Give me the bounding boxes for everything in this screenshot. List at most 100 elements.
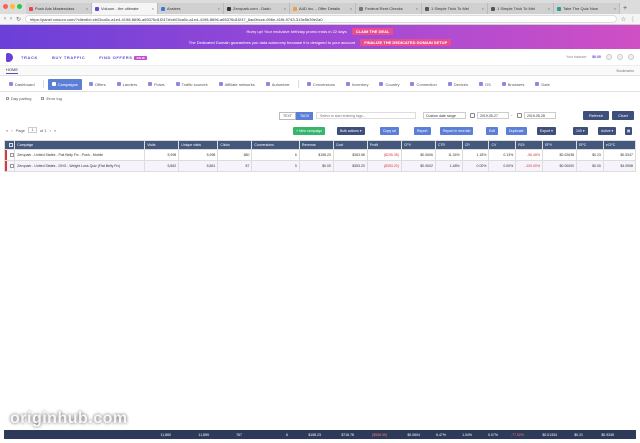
browser-tab[interactable]: Take The Quiz Now ×: [554, 3, 620, 14]
bulk-actions-button[interactable]: Bulk actions ▾: [337, 127, 365, 135]
new-campaign-button[interactable]: + New campaign: [293, 127, 326, 135]
browser-tab[interactable]: 1 Simple Trick To Mel ×: [422, 3, 488, 14]
new-tab-icon[interactable]: +: [620, 3, 627, 14]
finalize-domain-button[interactable]: FINALIZE THE DEDICATED DOMAIN SETUP: [360, 39, 452, 46]
tab-automizer[interactable]: Automizer: [262, 79, 294, 90]
column-header[interactable]: CPV: [400, 140, 436, 150]
columns-icon[interactable]: ▦: [625, 127, 633, 135]
tab-landers[interactable]: Landers: [113, 79, 141, 90]
column-header[interactable]: Conversions: [251, 140, 300, 150]
column-header[interactable]: Cost: [332, 140, 368, 150]
select-all-checkbox[interactable]: [3, 140, 16, 150]
maximize-window-icon[interactable]: [17, 4, 22, 9]
column-header[interactable]: Unique visits: [178, 140, 219, 150]
reload-icon[interactable]: ↻: [16, 16, 21, 23]
close-icon[interactable]: ×: [218, 6, 220, 11]
tab-connection[interactable]: Connection: [406, 79, 440, 90]
column-header[interactable]: EPC: [576, 140, 604, 150]
close-window-icon[interactable]: [3, 4, 8, 9]
duplicate-button[interactable]: Duplicate: [506, 127, 527, 135]
close-icon[interactable]: ×: [86, 6, 88, 11]
bookmarks-button[interactable]: Bookmarks: [616, 69, 634, 73]
column-header[interactable]: Profit: [366, 140, 402, 150]
tab-flows[interactable]: Flows: [144, 79, 168, 90]
close-icon[interactable]: ×: [614, 6, 616, 11]
forward-icon[interactable]: ›: [10, 16, 12, 22]
browser-tab[interactable]: 1 Simple Trick To Mel ×: [488, 3, 554, 14]
tab-devices[interactable]: Devices: [444, 79, 472, 90]
claim-deal-button[interactable]: CLAIM THE DEAL: [351, 28, 394, 35]
notifications-icon[interactable]: [606, 54, 612, 60]
date-to-input[interactable]: 2019-05-28: [524, 112, 556, 119]
help-icon[interactable]: [617, 54, 623, 60]
tags-mode-button[interactable]: TAGS: [295, 112, 314, 120]
browser-tab[interactable]: Push Ads Masterclass ×: [26, 3, 92, 14]
calendar-icon[interactable]: [470, 113, 475, 118]
report-button[interactable]: Report: [414, 127, 431, 135]
column-header[interactable]: Visits: [144, 140, 180, 150]
table-row[interactable]: Zeropark - United States - DHG - Weight …: [3, 160, 637, 172]
report-new-tab-button[interactable]: Report in new tab: [440, 127, 474, 135]
column-header[interactable]: CV: [488, 140, 517, 150]
column-header[interactable]: Revenue: [298, 140, 334, 150]
back-icon[interactable]: ‹: [4, 16, 6, 22]
tab-date[interactable]: Date: [531, 79, 553, 90]
tab-country[interactable]: Country: [375, 79, 403, 90]
first-page-icon[interactable]: «: [6, 128, 8, 133]
column-header[interactable]: eCPC: [602, 140, 637, 150]
tags-search-input[interactable]: [316, 112, 416, 119]
avatar[interactable]: [628, 54, 634, 60]
column-header[interactable]: Clicks: [217, 140, 253, 150]
browser-tab[interactable]: Federal Rent Checks ×: [356, 3, 422, 14]
chart-button[interactable]: Chart: [612, 111, 634, 120]
close-icon[interactable]: ×: [482, 6, 484, 11]
tab-inventory[interactable]: Inventory: [342, 79, 372, 90]
tab-browsers[interactable]: Browsers: [498, 79, 529, 90]
error-log-button[interactable]: Error log: [41, 96, 62, 101]
tab-dashboard[interactable]: Dashboard: [5, 79, 39, 90]
nav-buy-traffic[interactable]: BUY TRAFFIC: [52, 55, 85, 60]
browser-tab[interactable]: A4D Inc. - Offer Details ×: [290, 3, 356, 14]
nav-find-offers[interactable]: FIND OFFERS NEW: [99, 55, 148, 60]
table-row[interactable]: Zeropark - United States - Flat Belly Fi…: [3, 149, 637, 161]
minimize-window-icon[interactable]: [10, 4, 15, 9]
nav-track[interactable]: TRACK: [21, 55, 38, 60]
status-filter-select[interactable]: Active ▾: [598, 127, 617, 135]
tab-conversions[interactable]: Conversions: [303, 79, 339, 90]
close-icon[interactable]: ×: [416, 6, 418, 11]
url-input[interactable]: [25, 15, 617, 23]
edit-button[interactable]: Edit: [486, 127, 499, 135]
column-header[interactable]: CTR: [434, 140, 463, 150]
tab-traffic-sources[interactable]: Traffic sources: [172, 79, 212, 90]
column-header[interactable]: ROI: [515, 140, 544, 150]
star-icon[interactable]: ☆: [621, 16, 626, 23]
column-header[interactable]: EPV: [542, 140, 578, 150]
tab-campaigns[interactable]: Campaigns: [47, 78, 82, 90]
browser-tab[interactable]: Anstres ×: [158, 3, 224, 14]
export-button[interactable]: Export ▾: [537, 127, 556, 135]
date-range-select[interactable]: Custom date range: [423, 112, 466, 119]
menu-icon[interactable]: ⋮: [630, 16, 636, 23]
refresh-button[interactable]: Refresh: [583, 111, 609, 120]
date-from-input[interactable]: 2019-05-27: [477, 112, 509, 119]
close-icon[interactable]: ×: [152, 6, 154, 11]
next-page-icon[interactable]: ›: [50, 128, 51, 133]
tab-os[interactable]: OS: [475, 79, 495, 90]
calendar-icon[interactable]: [517, 113, 522, 118]
row-checkbox[interactable]: [3, 149, 16, 161]
campaign-name[interactable]: Zeropark - United States - DHG - Weight …: [14, 160, 146, 172]
browser-tab-active[interactable]: Voluum - the ultimate ×: [92, 3, 158, 14]
close-icon[interactable]: ×: [284, 6, 286, 11]
copy-url-button[interactable]: Copy url: [380, 127, 400, 135]
column-header[interactable]: Campaign: [14, 140, 146, 150]
last-page-icon[interactable]: »: [54, 128, 56, 133]
home-tab[interactable]: HOME: [6, 67, 18, 74]
text-mode-button[interactable]: TEXT: [279, 112, 296, 120]
close-icon[interactable]: ×: [548, 6, 550, 11]
campaign-name[interactable]: Zeropark - United States - Flat Belly Fi…: [14, 149, 146, 161]
per-page-select[interactable]: 100 ▾: [573, 127, 588, 135]
tab-affiliate-networks[interactable]: Affiliate networks: [215, 79, 259, 90]
voluum-logo[interactable]: [6, 52, 13, 62]
close-icon[interactable]: ×: [350, 6, 352, 11]
prev-page-icon[interactable]: ‹: [11, 128, 12, 133]
